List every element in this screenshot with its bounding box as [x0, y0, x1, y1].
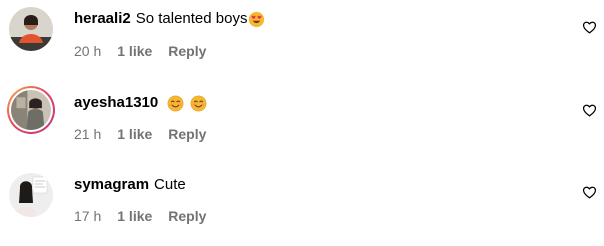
- username[interactable]: heraali2: [74, 8, 131, 30]
- comment-body: symagram Cute: [74, 174, 186, 196]
- reply-button[interactable]: Reply: [168, 208, 206, 224]
- comment-meta: 17 h 1 like Reply: [74, 207, 206, 225]
- timestamp: 21 h: [74, 126, 102, 142]
- smiling-face-emoji-icon: [190, 95, 207, 112]
- like-count[interactable]: 1 like: [117, 43, 152, 59]
- like-count[interactable]: 1 like: [117, 126, 152, 142]
- comment-body: heraali2 So talented boys: [74, 8, 265, 30]
- username[interactable]: ayesha1310: [74, 92, 158, 114]
- username[interactable]: symagram: [74, 174, 149, 196]
- heart-outline-icon[interactable]: [582, 103, 597, 118]
- comment-item: ayesha1310 21 h 1 like Reply: [0, 84, 604, 164]
- avatar[interactable]: [7, 86, 55, 134]
- comment-item: heraali2 So talented boys 20 h 1 like Re…: [0, 0, 604, 80]
- comment-item: symagram Cute 17 h 1 like Reply: [0, 166, 604, 246]
- comment-body: ayesha1310: [74, 92, 207, 114]
- smiling-face-emoji-icon: [167, 95, 184, 112]
- comment-meta: 21 h 1 like Reply: [74, 125, 206, 143]
- heart-eyes-emoji-icon: [248, 11, 265, 28]
- avatar[interactable]: [9, 7, 53, 51]
- timestamp: 17 h: [74, 208, 102, 224]
- avatar-photo: [11, 90, 51, 130]
- avatar-photo: [9, 7, 53, 51]
- heart-outline-icon[interactable]: [582, 185, 597, 200]
- heart-outline-icon[interactable]: [582, 20, 597, 35]
- reply-button[interactable]: Reply: [168, 43, 206, 59]
- timestamp: 20 h: [74, 43, 102, 59]
- like-count[interactable]: 1 like: [117, 208, 152, 224]
- avatar-photo: [9, 173, 53, 217]
- comment-text: So talented boys: [135, 10, 248, 27]
- reply-button[interactable]: Reply: [168, 126, 206, 142]
- avatar[interactable]: [9, 173, 53, 217]
- comment-text: Cute: [154, 176, 186, 193]
- comment-meta: 20 h 1 like Reply: [74, 42, 206, 60]
